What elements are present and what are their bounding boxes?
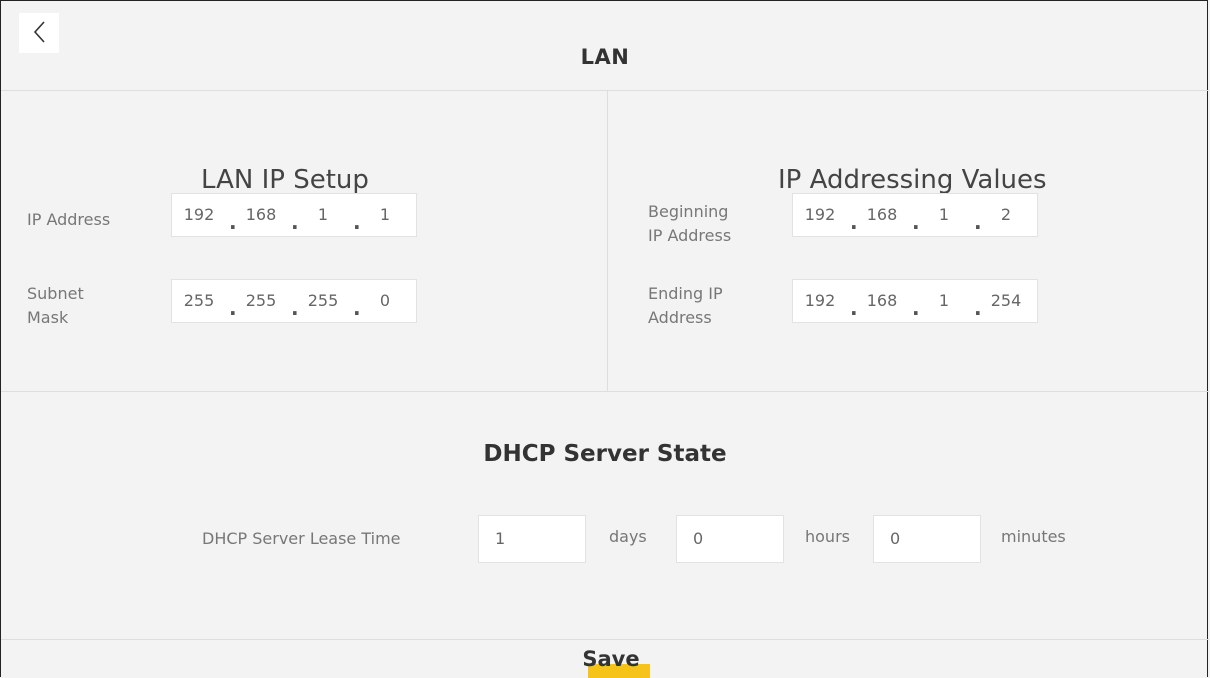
begin-octet-2[interactable]: 168 [865, 205, 899, 224]
octet-separator: . [353, 210, 361, 234]
end-octet-2[interactable]: 168 [865, 291, 899, 310]
octet-separator: . [912, 210, 920, 234]
subnet-mask-label: Subnet Mask [27, 284, 84, 327]
octet-separator: . [229, 296, 237, 320]
ending-ip-label: Ending IP Address [648, 284, 723, 327]
lan-page: LAN LAN IP Setup IP Address 192 . 168 . … [0, 0, 1209, 678]
octet-separator: . [291, 210, 299, 234]
divider [1, 391, 1209, 392]
ip-address-field[interactable]: 192 . 168 . 1 . 1 [171, 193, 417, 237]
dhcp-server-state-title: DHCP Server State [483, 441, 727, 467]
lan-ip-setup-title: LAN IP Setup [201, 165, 369, 195]
mask-octet-3[interactable]: 255 [306, 291, 340, 310]
lease-days-input[interactable]: 1 [478, 515, 586, 563]
octet-separator: . [850, 296, 858, 320]
end-octet-1[interactable]: 192 [803, 291, 837, 310]
ip-addressing-values-title: IP Addressing Values [778, 165, 1047, 195]
ip-octet-4[interactable]: 1 [368, 205, 402, 224]
ending-ip-field[interactable]: 192 . 168 . 1 . 254 [792, 279, 1038, 323]
chevron-left-icon [33, 21, 45, 43]
minutes-unit-label: minutes [1001, 527, 1066, 546]
ip-octet-2[interactable]: 168 [244, 205, 278, 224]
beginning-ip-label: Beginning IP Address [648, 202, 732, 245]
octet-separator: . [974, 210, 982, 234]
beginning-ip-field[interactable]: 192 . 168 . 1 . 2 [792, 193, 1038, 237]
days-unit-label: days [609, 527, 647, 546]
end-octet-4[interactable]: 254 [989, 291, 1023, 310]
begin-octet-4[interactable]: 2 [989, 205, 1023, 224]
begin-octet-1[interactable]: 192 [803, 205, 837, 224]
octet-separator: . [912, 296, 920, 320]
save-label: Save [582, 647, 640, 671]
ip-octet-1[interactable]: 192 [182, 205, 216, 224]
octet-separator: . [974, 296, 982, 320]
octet-separator: . [291, 296, 299, 320]
hours-unit-label: hours [805, 527, 850, 546]
page-title: LAN [580, 45, 630, 69]
octet-separator: . [850, 210, 858, 234]
octet-separator: . [353, 296, 361, 320]
divider [607, 91, 608, 391]
lease-minutes-input[interactable]: 0 [873, 515, 981, 563]
ip-address-label: IP Address [27, 210, 111, 229]
save-button[interactable]: Save [571, 647, 651, 678]
dhcp-lease-time-label: DHCP Server Lease Time [202, 529, 401, 548]
mask-octet-4[interactable]: 0 [368, 291, 402, 310]
lease-hours-input[interactable]: 0 [676, 515, 784, 563]
mask-octet-1[interactable]: 255 [182, 291, 216, 310]
end-octet-3[interactable]: 1 [927, 291, 961, 310]
divider [1, 90, 1209, 91]
begin-octet-3[interactable]: 1 [927, 205, 961, 224]
divider [1, 639, 1209, 640]
octet-separator: . [229, 210, 237, 234]
ip-octet-3[interactable]: 1 [306, 205, 340, 224]
mask-octet-2[interactable]: 255 [244, 291, 278, 310]
subnet-mask-field[interactable]: 255 . 255 . 255 . 0 [171, 279, 417, 323]
